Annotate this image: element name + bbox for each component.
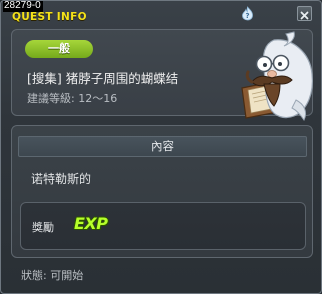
flame-question-icon[interactable]: ?	[240, 6, 255, 21]
npc-portrait-scholar-icon	[234, 30, 320, 122]
close-button[interactable]	[297, 6, 312, 21]
close-icon	[300, 11, 309, 20]
content-section-header: 內容	[18, 136, 307, 157]
svg-text:?: ?	[245, 12, 249, 20]
quest-header-panel: 一般 [搜集] 猪脖子周围的蝴蝶结 建議等級: 12～16	[11, 29, 313, 121]
quest-name: [搜集] 猪脖子周围的蝴蝶结	[27, 71, 179, 86]
quest-info-window: 28279-0 QUEST INFO ? 一般 [搜集] 猪脖子周围的蝴蝶结 建…	[0, 0, 322, 294]
quest-category-badge: 一般	[25, 40, 93, 58]
recommended-level: 建議等級: 12～16	[27, 92, 118, 105]
quest-description: 诺特勒斯的	[31, 172, 92, 186]
exp-reward-icon[interactable]: EXP	[74, 214, 108, 233]
reward-box: 獎勵 EXP	[20, 202, 306, 250]
window-title: QUEST INFO	[12, 11, 87, 23]
reward-label: 獎勵	[32, 221, 54, 234]
title-bar[interactable]: 28279-0 QUEST INFO ?	[1, 1, 321, 23]
quest-content-panel: 內容 诺特勒斯的 獎勵 EXP	[11, 125, 313, 258]
quest-status: 狀態: 可開始	[21, 269, 84, 282]
